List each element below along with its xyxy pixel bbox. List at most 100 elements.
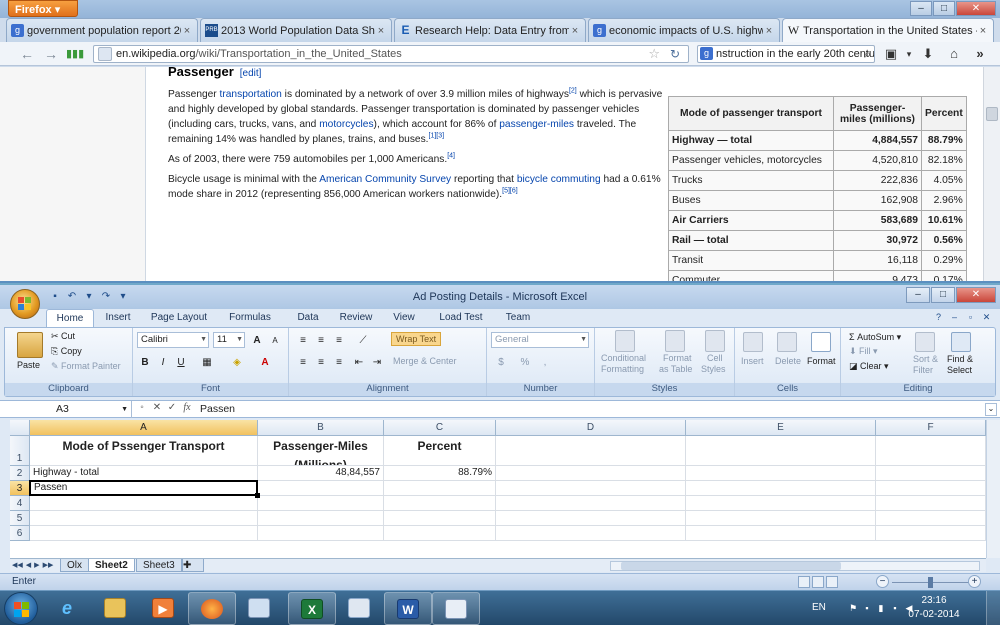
cell-b3[interactable] bbox=[258, 481, 384, 496]
cell-f4[interactable] bbox=[876, 496, 986, 511]
clock-time[interactable]: 23:16 bbox=[904, 595, 964, 606]
cell-d4[interactable] bbox=[496, 496, 686, 511]
link-bicycle-commuting[interactable]: bicycle commuting bbox=[517, 174, 601, 185]
taskbar-capture-app[interactable] bbox=[432, 592, 480, 625]
align-right-icon[interactable]: ≡ bbox=[331, 354, 347, 370]
cut-button[interactable]: ✂ Cut bbox=[51, 331, 75, 342]
bookmark-star-icon[interactable]: ☆ bbox=[648, 46, 660, 62]
next-sheet-icon[interactable]: ▶ bbox=[34, 559, 39, 573]
page-break-view-icon[interactable] bbox=[826, 576, 838, 588]
dropdown-arrow-icon[interactable]: ▾ bbox=[899, 45, 919, 63]
site-identity-icon[interactable] bbox=[98, 47, 112, 61]
cell-c5[interactable] bbox=[384, 511, 496, 526]
edit-link[interactable]: [edit] bbox=[240, 68, 262, 79]
borders-icon[interactable]: ▦ bbox=[199, 354, 215, 370]
column-header-d[interactable]: D bbox=[496, 420, 686, 436]
cell-a5[interactable] bbox=[30, 511, 258, 526]
tab-1[interactable]: ggovernment population report 2013 ...× bbox=[6, 18, 198, 42]
format-painter-button[interactable]: ✎ Format Painter bbox=[51, 361, 121, 372]
flag-icon[interactable]: ⚑ bbox=[848, 603, 858, 613]
ribbon-tab-view[interactable]: View bbox=[380, 309, 428, 327]
reference-link[interactable]: [1][3] bbox=[429, 133, 445, 140]
search-input[interactable]: g nstruction in the early 20th centur ⌕ bbox=[697, 45, 875, 63]
maximize-button[interactable]: □ bbox=[931, 287, 955, 303]
close-tab-icon[interactable]: × bbox=[763, 25, 775, 37]
merge-center-button[interactable]: Merge & Center bbox=[393, 356, 457, 366]
cell-c2[interactable]: 88.79% bbox=[384, 466, 496, 481]
fill-color-icon[interactable]: ◈ bbox=[229, 354, 245, 370]
link-transportation[interactable]: transportation bbox=[220, 89, 282, 100]
tray-app-icon[interactable]: ▪ bbox=[862, 603, 872, 613]
cell-f1[interactable] bbox=[876, 436, 986, 466]
taskbar-window-app[interactable] bbox=[236, 592, 284, 625]
cell-d6[interactable] bbox=[496, 526, 686, 541]
taskbar-internet-explorer[interactable]: e bbox=[44, 592, 92, 625]
decrease-indent-icon[interactable]: ⇤ bbox=[351, 354, 367, 370]
column-header-b[interactable]: B bbox=[258, 420, 384, 436]
link-american-community-survey[interactable]: American Community Survey bbox=[319, 174, 451, 185]
cell-d1[interactable] bbox=[496, 436, 686, 466]
taskbar-file-explorer[interactable] bbox=[92, 592, 140, 625]
first-sheet-icon[interactable]: ◀◀ bbox=[12, 559, 23, 573]
cell-c4[interactable] bbox=[384, 496, 496, 511]
cell-e2[interactable] bbox=[686, 466, 876, 481]
start-button[interactable] bbox=[4, 592, 38, 625]
cell-c6[interactable] bbox=[384, 526, 496, 541]
page-layout-view-icon[interactable] bbox=[812, 576, 824, 588]
format-cells-icon[interactable] bbox=[811, 332, 831, 352]
name-box[interactable]: A3 ▼ bbox=[10, 401, 132, 418]
show-desktop-button[interactable] bbox=[986, 591, 1000, 625]
close-button[interactable]: ✕ bbox=[956, 287, 996, 303]
sheet-tab-sheet2[interactable]: Sheet2 bbox=[88, 559, 135, 572]
autosum-button[interactable]: Σ AutoSum ▾ bbox=[849, 332, 901, 343]
delete-cells-icon[interactable] bbox=[777, 332, 797, 352]
normal-view-icon[interactable] bbox=[798, 576, 810, 588]
office-button[interactable] bbox=[10, 289, 40, 319]
fill-handle[interactable] bbox=[255, 493, 260, 498]
ribbon-tab-home[interactable]: Home bbox=[46, 309, 94, 327]
reference-link[interactable]: [4] bbox=[447, 153, 455, 160]
minimize-button[interactable]: – bbox=[910, 1, 932, 16]
align-left-icon[interactable]: ≡ bbox=[295, 354, 311, 370]
cell-f2[interactable] bbox=[876, 466, 986, 481]
search-engine-icon[interactable]: g bbox=[700, 47, 713, 60]
signal-bars-icon[interactable]: ▮▮▮ bbox=[66, 45, 84, 63]
expand-formula-bar-icon[interactable]: ⌄ bbox=[985, 403, 997, 416]
tab-3[interactable]: E Research Help: Data Entry from PDF ...× bbox=[394, 18, 586, 42]
cell-a6[interactable] bbox=[30, 526, 258, 541]
cell-c1[interactable]: Percent bbox=[384, 436, 496, 466]
grow-font-button[interactable]: A bbox=[249, 332, 265, 348]
column-header-e[interactable]: E bbox=[686, 420, 876, 436]
sort-filter-icon[interactable] bbox=[915, 332, 935, 352]
clear-button[interactable]: ◪ Clear ▾ bbox=[849, 361, 889, 372]
download-icon[interactable]: ⬇ bbox=[918, 45, 938, 63]
cell-a3[interactable]: Passen bbox=[29, 480, 258, 496]
column-header-a[interactable]: A bbox=[30, 420, 258, 436]
cell-a4[interactable] bbox=[30, 496, 258, 511]
increase-indent-icon[interactable]: ⇥ bbox=[369, 354, 385, 370]
forward-arrow-icon[interactable]: → bbox=[42, 45, 60, 63]
ribbon-tab-load-test[interactable]: Load Test bbox=[428, 309, 494, 327]
close-tab-icon[interactable]: × bbox=[977, 25, 989, 37]
formula-input[interactable]: Passen bbox=[200, 401, 235, 418]
wrap-text-button[interactable]: Wrap Text bbox=[391, 332, 442, 346]
align-middle-icon[interactable]: ≡ bbox=[313, 332, 329, 348]
prev-sheet-icon[interactable]: ◀ bbox=[26, 559, 31, 573]
tray-app-icon[interactable]: ▪ bbox=[890, 603, 900, 613]
align-top-icon[interactable]: ≡ bbox=[295, 332, 311, 348]
font-size-select[interactable]: 11 ▼ bbox=[213, 332, 245, 348]
network-icon[interactable]: ▮ bbox=[876, 603, 886, 613]
column-header-c[interactable]: C bbox=[384, 420, 496, 436]
cell-b1[interactable]: Passenger-Miles (Millions) bbox=[258, 436, 384, 466]
taskbar-word[interactable]: W bbox=[384, 592, 432, 625]
insert-cells-icon[interactable] bbox=[743, 332, 763, 352]
bold-button[interactable]: B bbox=[137, 354, 153, 370]
paste-button[interactable]: Paste bbox=[17, 360, 40, 370]
scrollbar-thumb[interactable] bbox=[986, 107, 998, 121]
restore-workbook-icon[interactable]: ▫ bbox=[965, 312, 976, 323]
ribbon-tab-formulas[interactable]: Formulas bbox=[216, 309, 284, 327]
copy-button[interactable]: ⎘ Copy bbox=[51, 346, 82, 357]
expand-icon[interactable]: ◦ bbox=[136, 402, 148, 413]
ribbon-tab-insert[interactable]: Insert bbox=[94, 309, 142, 327]
format-as-table-icon[interactable] bbox=[665, 330, 685, 352]
